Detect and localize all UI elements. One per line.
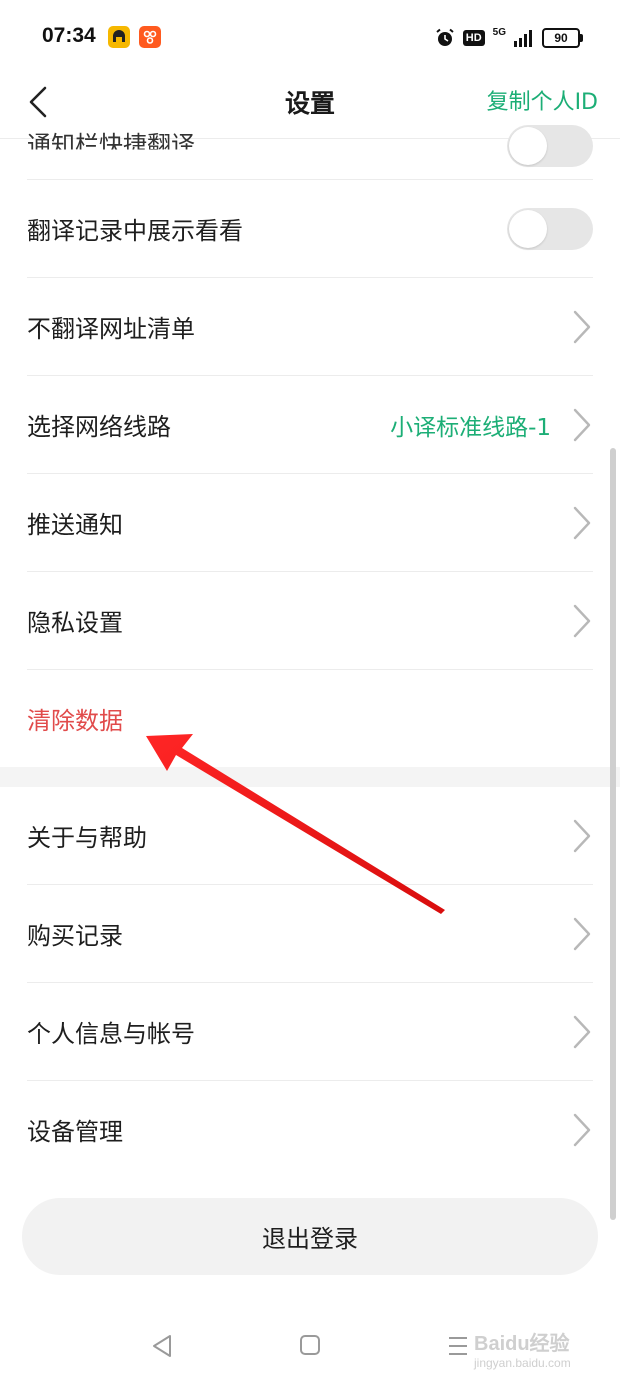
toggle-knob [509, 127, 547, 165]
hd-icon: HD [462, 30, 485, 46]
chevron-right-icon [573, 310, 591, 343]
logout-button[interactable]: 退出登录 [22, 1198, 598, 1275]
battery-icon: 90 [542, 28, 583, 48]
row-label: 不翻译网址清单 [27, 315, 195, 343]
row-label: 推送通知 [27, 511, 123, 539]
signal-icon [514, 30, 532, 47]
status-icons: HD 5G 90 [435, 24, 583, 52]
settings-row-privacy[interactable]: 隐私设置 [27, 572, 593, 670]
nav-home-icon[interactable] [298, 1333, 322, 1357]
settings-row-clear-data[interactable]: 清除数据 [27, 670, 593, 767]
status-bar: 07:34 HD 5G 90 [0, 0, 620, 76]
watermark-url: jingyan.baidu.com [474, 1356, 571, 1370]
row-label: 关于与帮助 [27, 824, 147, 852]
settings-list: 通知栏快捷翻译 翻译记录中展示看看 不翻译网址清单 选择网络线路 小译标准线路-… [0, 125, 620, 1178]
chevron-right-icon [573, 604, 591, 637]
app-notification-icon [108, 26, 130, 48]
watermark-brand: Baidu经验 [474, 1333, 570, 1355]
settings-row-account[interactable]: 个人信息与帐号 [27, 983, 593, 1081]
row-label: 通知栏快捷翻译 [27, 131, 195, 159]
notification-shortcut-toggle[interactable] [507, 125, 593, 167]
chevron-right-icon [573, 1015, 591, 1048]
system-nav-bar: Baidu经验 jingyan.baidu.com [0, 1305, 620, 1386]
row-label: 翻译记录中展示看看 [27, 217, 243, 245]
chevron-right-icon [573, 408, 591, 441]
toggle-knob [509, 209, 547, 248]
settings-row-about-help[interactable]: 关于与帮助 [27, 787, 593, 885]
row-label: 购买记录 [27, 922, 123, 950]
chevron-right-icon [573, 819, 591, 852]
settings-row-push-notification[interactable]: 推送通知 [27, 474, 593, 572]
settings-row-device-management[interactable]: 设备管理 [27, 1081, 593, 1178]
chevron-right-icon [573, 506, 591, 539]
row-label: 隐私设置 [27, 609, 123, 637]
row-label: 设备管理 [27, 1118, 123, 1146]
app-notification-icon [139, 26, 161, 48]
alarm-icon [436, 28, 454, 46]
row-label: 选择网络线路 [27, 413, 171, 441]
settings-row-network-route[interactable]: 选择网络线路 小译标准线路-1 [27, 376, 593, 474]
network-type-label: 5G [492, 26, 506, 38]
copy-user-id-button[interactable]: 复制个人ID [487, 84, 598, 116]
settings-row-url-exclusion[interactable]: 不翻译网址清单 [27, 278, 593, 376]
nav-menu-icon[interactable] [447, 1335, 469, 1357]
settings-row-partial[interactable]: 通知栏快捷翻译 [27, 125, 593, 180]
chevron-right-icon [573, 917, 591, 950]
settings-row-show-in-history[interactable]: 翻译记录中展示看看 [27, 180, 593, 278]
scrollbar[interactable] [610, 448, 616, 1220]
show-in-history-toggle[interactable] [507, 207, 593, 250]
nav-back-icon[interactable] [150, 1333, 174, 1359]
section-divider [0, 767, 620, 787]
network-route-value: 小译标准线路-1 [390, 414, 551, 441]
baidu-watermark: Baidu经验 jingyan.baidu.com [474, 1327, 571, 1370]
status-time: 07:34 [42, 24, 96, 47]
settings-row-purchase-history[interactable]: 购买记录 [27, 885, 593, 983]
row-label: 个人信息与帐号 [27, 1020, 195, 1048]
clear-data-label: 清除数据 [27, 707, 123, 735]
chevron-right-icon [573, 1113, 591, 1146]
